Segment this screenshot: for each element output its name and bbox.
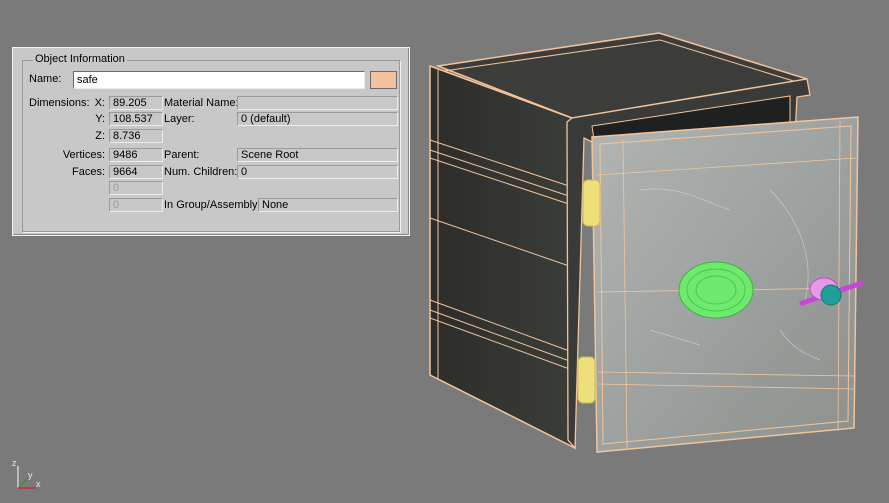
z-dimension-field[interactable]: 8.736 [109,129,163,143]
name-field[interactable]: safe [73,71,365,89]
material-name-field[interactable] [237,96,398,110]
name-label: Name: [29,73,62,85]
extra-field-2[interactable]: 0 [109,198,163,212]
object-information-panel: Object Information Name: safe Dimensions… [12,47,410,236]
safe-model[interactable] [429,32,865,453]
object-color-swatch[interactable] [370,71,397,89]
safe-left-face [429,64,576,450]
bottom-hinge [577,356,596,404]
z-label: Z: [95,130,105,142]
axis-y-label: y [28,470,33,480]
faces-field[interactable]: 9664 [109,165,163,179]
y-label: Y: [95,113,105,125]
in-group-label: In Group/Assembly: [164,199,261,211]
vertices-label: Vertices: [62,149,105,161]
top-hinge [582,179,601,227]
layer-label: Layer: [164,113,195,125]
parent-field[interactable]: Scene Root [237,148,398,162]
in-group-field[interactable]: None [258,198,398,212]
parent-label: Parent: [164,149,200,161]
combination-dial [678,261,754,319]
axis-x-label: x [36,479,41,489]
num-children-field[interactable]: 0 [237,165,398,179]
extra-field-1[interactable]: 0 [109,181,163,195]
axis-tripod: z x y [12,458,41,489]
vertices-field[interactable]: 9486 [109,148,163,162]
layer-field[interactable]: 0 (default) [237,112,398,126]
axis-z-label: z [12,458,17,468]
material-name-label: Material Name: [164,97,239,109]
x-label: X: [94,97,105,109]
x-dimension-field[interactable]: 89.205 [109,96,163,110]
y-dimension-field[interactable]: 108.537 [109,112,163,126]
group-title: Object Information [33,53,127,65]
dimensions-label: Dimensions: [29,97,90,109]
faces-label: Faces: [71,166,105,178]
num-children-label: Num. Children: [164,166,238,178]
